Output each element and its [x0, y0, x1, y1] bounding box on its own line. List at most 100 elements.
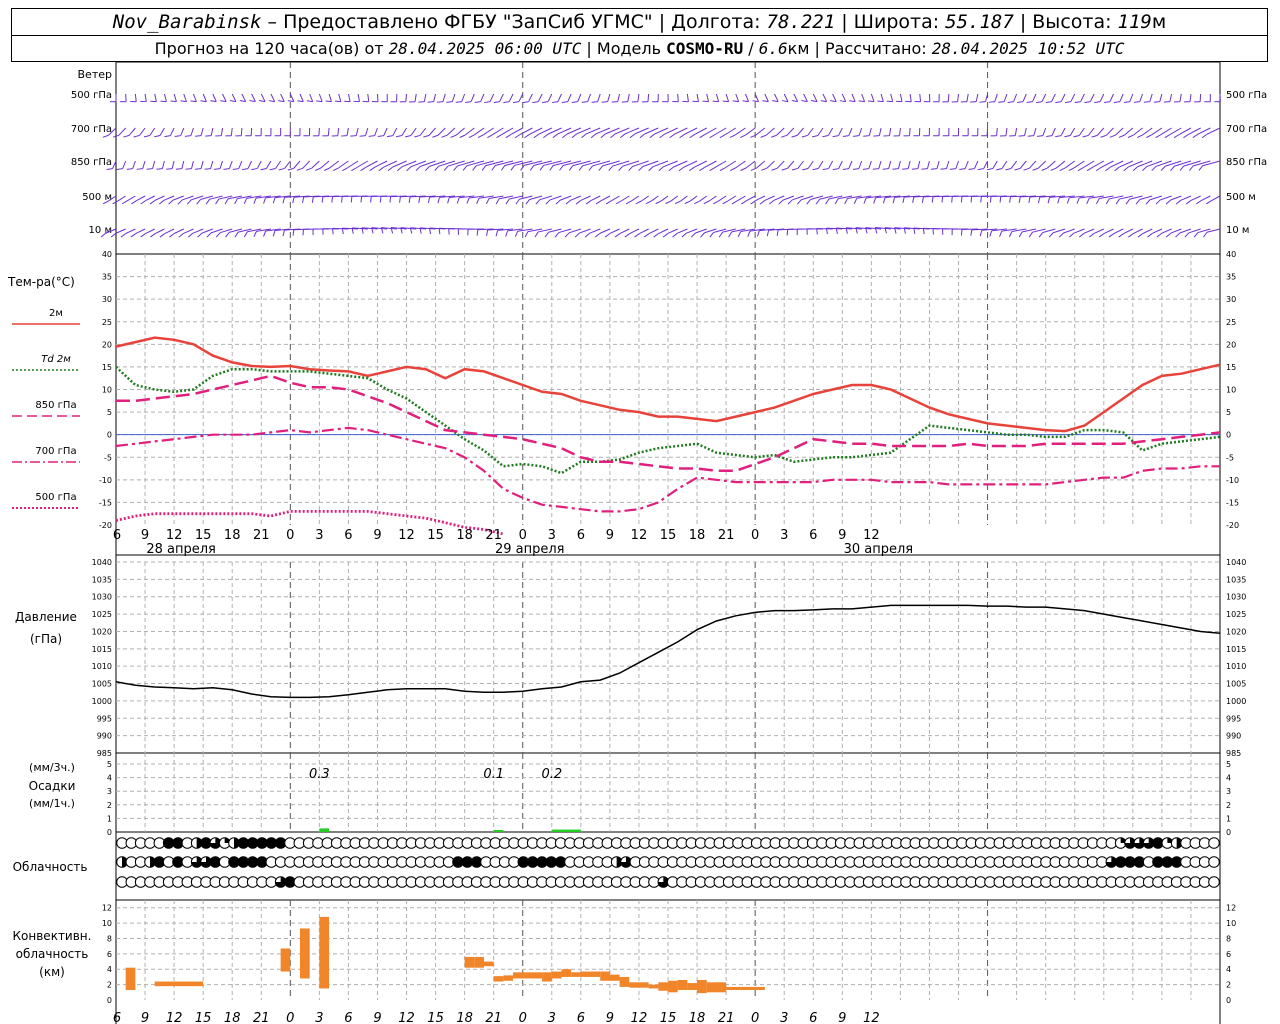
wind-barb-flag	[1082, 134, 1089, 138]
wind-barb-shaft	[909, 127, 911, 136]
wind-barb-flag	[1028, 196, 1031, 203]
wind-barb-shaft	[437, 127, 446, 136]
wind-barb-flag	[832, 135, 839, 138]
wind-barb-flag	[605, 200, 612, 205]
wind-barb-shaft	[202, 93, 207, 102]
wind-barb-flag	[581, 133, 587, 139]
wind-barb-shaft	[1133, 127, 1143, 136]
wind-barb-shaft	[774, 93, 779, 102]
wind-barb-flag	[514, 231, 519, 237]
wind-barb-flag	[722, 200, 729, 205]
wind-barb-shaft	[1190, 195, 1201, 201]
wind-barb-flag	[892, 168, 899, 170]
temp-tick-right: 5	[1226, 408, 1231, 417]
wind-barb-flag	[752, 100, 759, 103]
wind-barb-shaft	[495, 160, 514, 167]
wind-barb-shaft	[629, 228, 640, 235]
time-tick-label-bottom: 3	[780, 1011, 788, 1024]
wind-barb-flag	[120, 233, 127, 238]
wind-barb-flag	[524, 133, 530, 139]
wind-barb-shaft	[1139, 93, 1143, 102]
wind-barb-flag	[251, 168, 258, 171]
wind-barb-flag	[578, 165, 584, 171]
wind-barb-shaft	[704, 160, 717, 168]
wind-barb-shaft	[1133, 228, 1143, 235]
wind-barb-flag	[514, 133, 521, 139]
wind-barb-flag	[1048, 232, 1054, 238]
temp-tick-left: 35	[102, 273, 112, 282]
conv-cloud-bar	[609, 974, 620, 981]
wind-barb-shaft	[1033, 127, 1037, 136]
precip-tick-right: 0	[1226, 828, 1231, 837]
wind-barb-flag	[1203, 231, 1208, 238]
wind-barb-flag	[877, 100, 884, 103]
wind-barb-shaft	[193, 93, 197, 102]
wind-barb-flag	[1201, 133, 1208, 139]
wind-barb-shaft	[1099, 93, 1105, 102]
wind-barb-flag	[102, 134, 109, 138]
wind-barb-flag	[709, 232, 714, 238]
wind-barb-shaft	[715, 93, 720, 102]
wind-barb-shaft	[118, 127, 127, 136]
wind-barb-shaft	[219, 160, 224, 169]
wind-barb-flag	[146, 168, 153, 170]
wind-barb-shaft	[401, 127, 407, 136]
wind-barb-flag	[588, 165, 594, 171]
wind-barb-flag	[272, 230, 276, 237]
wind-barb-shaft	[897, 160, 901, 169]
wind-barb-shaft	[560, 195, 572, 201]
wind-barb-flag	[436, 101, 444, 103]
wind-barb-shaft	[132, 160, 136, 169]
wind-barb-shaft	[1096, 127, 1105, 136]
wind-barb-flag	[561, 101, 568, 104]
wind-barb-shaft	[975, 93, 979, 102]
wind-barb-flag	[282, 197, 285, 204]
wind-barb-shaft	[1183, 160, 1201, 167]
wind-barb-shaft	[1113, 228, 1124, 235]
pressure-tick-right: 1005	[1226, 680, 1246, 689]
wind-barb-shaft	[590, 195, 601, 202]
conv-cloud-bar	[484, 961, 494, 967]
wind-barb-shaft	[1051, 127, 1056, 136]
wind-barb-flag	[998, 101, 1005, 103]
wind-barb-flag	[655, 200, 662, 205]
wind-barb-shaft	[1124, 127, 1134, 136]
wind-barb-flag	[1057, 197, 1060, 204]
temp-tick-right: 10	[1226, 386, 1236, 395]
wind-barb-flag	[1183, 133, 1189, 139]
wind-barb-flag	[160, 100, 167, 103]
precip-unit-bottom: (мм/1ч.)	[29, 797, 75, 810]
wind-barb-flag	[1064, 135, 1071, 138]
wind-barb-shaft	[745, 127, 756, 136]
conv-title-line: Конвективн.	[13, 929, 92, 943]
wind-barb-flag	[500, 165, 506, 171]
wind-barb-shaft	[200, 160, 204, 169]
wind-barb-shaft	[807, 160, 814, 169]
wind-barb-flag	[771, 167, 778, 171]
wind-barb-shaft	[518, 93, 524, 102]
wind-barb-flag	[858, 100, 865, 103]
wind-barb-flag	[1091, 134, 1098, 138]
wind-barb-shaft	[577, 93, 582, 102]
pressure-tick-right: 1010	[1226, 662, 1246, 671]
time-tick-label: 15	[660, 528, 677, 543]
time-tick-label-bottom: 0	[286, 1011, 294, 1024]
wind-barb-shaft	[212, 93, 217, 102]
wind-barb-shaft	[142, 160, 146, 169]
wind-barb-flag	[121, 200, 128, 205]
temp-tick-right: 20	[1226, 340, 1236, 349]
wind-barb-flag	[1050, 167, 1057, 171]
wind-barb-shaft	[745, 160, 756, 169]
wind-level-label-left: 700 гПа	[71, 124, 112, 135]
wind-barb-flag	[1136, 134, 1143, 138]
wind-barb-shaft	[169, 127, 175, 136]
wind-barb-flag	[610, 133, 616, 139]
wind-barb-shaft	[1024, 127, 1027, 136]
wind-barb-flag	[996, 168, 1003, 171]
wind-barb-shaft	[231, 93, 237, 102]
pressure-tick-left: 1035	[92, 575, 112, 584]
wind-barb-shaft	[1082, 160, 1095, 169]
wind-barb-flag	[712, 100, 719, 103]
wind-barb-flag	[150, 233, 156, 238]
wind-barb-shaft	[787, 160, 795, 169]
